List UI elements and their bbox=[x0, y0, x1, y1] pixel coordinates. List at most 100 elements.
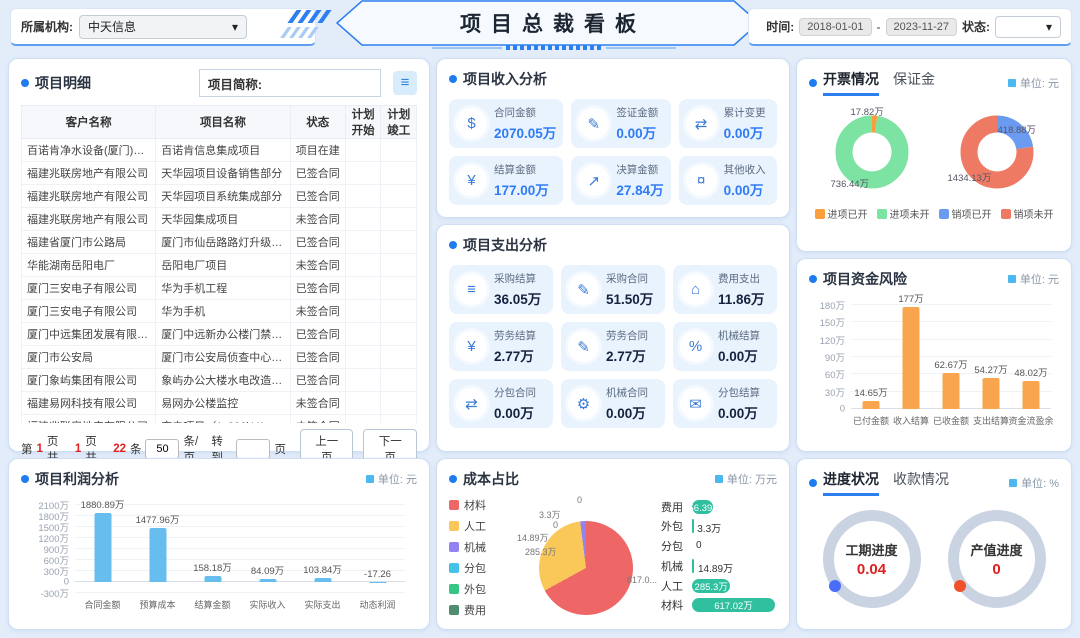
date-start-input[interactable]: 2018-01-01 bbox=[799, 18, 871, 36]
table-cell: 百诺肯净水设备(厦门)有限公司 bbox=[22, 139, 156, 162]
legend-label: 外包 bbox=[464, 581, 486, 597]
title-dot bbox=[21, 475, 29, 483]
y-tick-label: 60万 bbox=[825, 367, 845, 381]
gauge-marker-dot bbox=[829, 580, 841, 592]
table-cell bbox=[381, 300, 417, 323]
goto-page-input[interactable] bbox=[236, 439, 270, 459]
stat-value: 0.00万 bbox=[724, 179, 766, 199]
tab-invoice-status[interactable]: 开票情况 bbox=[823, 69, 879, 96]
legend-swatch bbox=[449, 521, 459, 531]
stat-label: 采购合同 bbox=[606, 271, 653, 286]
bar bbox=[259, 579, 276, 582]
invoice-panel: 开票情况 保证金 单位: 元 17.82万 736.44万 418.88万 14… bbox=[796, 58, 1072, 252]
tab-progress-status[interactable]: 进度状况 bbox=[823, 469, 879, 496]
date-end-input[interactable]: 2023-11-27 bbox=[886, 18, 957, 36]
purchase-settlement-icon: ≡ bbox=[456, 274, 487, 305]
stat-card: ⇄累计变更0.00万 bbox=[679, 99, 777, 148]
stat-card: ¥劳务结算2.77万 bbox=[449, 322, 553, 371]
bar-value: 14.65万 bbox=[854, 385, 887, 399]
stat-value: 177.00万 bbox=[494, 179, 549, 199]
table-cell: 未签合同 bbox=[290, 208, 345, 231]
expense-analysis-panel: 项目支出分析 ≡采购结算36.05万✎采购合同51.50万⌂费用支出11.86万… bbox=[436, 224, 790, 452]
table-cell bbox=[381, 323, 417, 346]
table-cell: 已签合同 bbox=[290, 162, 345, 185]
banner-line-left bbox=[432, 47, 502, 49]
table-row[interactable]: 厦门三安电子有限公司华为手机工程已签合同 bbox=[22, 277, 417, 300]
table-row[interactable]: 百诺肯净水设备(厦门)有限公司百诺肯信息集成项目项目在建 bbox=[22, 139, 417, 162]
bar-value: 103.84万 bbox=[303, 562, 342, 576]
unit-marker bbox=[1008, 275, 1016, 283]
org-select[interactable]: 中天信息 ▾ bbox=[79, 15, 247, 39]
table-row[interactable]: 厦门象屿集团有限公司象屿办公大楼水电改造项目已签合同 bbox=[22, 369, 417, 392]
legend-label: 分包 bbox=[464, 560, 486, 576]
column-header: 计划开始 bbox=[345, 106, 381, 139]
table-row[interactable]: 福建兆联房地产有限公司天华园项目系统集成部分已签合同 bbox=[22, 185, 417, 208]
table-cell bbox=[381, 162, 417, 185]
list-icon[interactable]: ≡ bbox=[393, 71, 417, 95]
x-axis-label: 预算成本 bbox=[139, 598, 175, 611]
legend-item: 进项已开 bbox=[815, 206, 868, 221]
table-cell: 福建兆联房地产有限公司 bbox=[22, 162, 156, 185]
cost-bar-label: 人工 bbox=[661, 578, 687, 594]
labor-settlement-icon: ¥ bbox=[456, 331, 487, 362]
bar-slot: 84.09万实际收入 bbox=[240, 505, 295, 593]
table-cell: 福建兆联房地产有限公司 bbox=[22, 415, 156, 424]
expense-cards: ≡采购结算36.05万✎采购合同51.50万⌂费用支出11.86万¥劳务结算2.… bbox=[449, 265, 777, 428]
table-row[interactable]: 厦门中远集团发展有限公司厦门中远新办公楼门禁系统已签合同 bbox=[22, 323, 417, 346]
bar bbox=[149, 528, 166, 582]
table-row[interactable]: 福建省厦门市公路局厦门市仙岳路路灯升级改造项目已签合同 bbox=[22, 231, 417, 254]
pie-callout-label: 0 bbox=[553, 520, 558, 530]
table-cell: 易网办公楼监控 bbox=[156, 392, 290, 415]
table-cell bbox=[345, 392, 381, 415]
table-cell bbox=[345, 254, 381, 277]
cost-bar-value: 14.89万 bbox=[698, 560, 733, 575]
profit-analysis-panel: 项目利润分析 单位: 元 -300万0300万600万900万1200万1500… bbox=[8, 458, 430, 630]
table-cell: 厦门市仙岳路路灯升级改造项目 bbox=[156, 231, 290, 254]
unit-marker bbox=[715, 475, 723, 483]
org-label: 所属机构: bbox=[21, 18, 73, 35]
table-cell bbox=[381, 346, 417, 369]
legend-item: 费用 bbox=[449, 602, 507, 618]
time-label: 时间: bbox=[766, 18, 794, 35]
unit-label: 单位: 万元 bbox=[727, 471, 777, 487]
title-dot bbox=[809, 479, 817, 487]
stat-label: 费用支出 bbox=[718, 271, 765, 286]
table-row[interactable]: 厦门市公安局厦门市公安局侦查中心办公设...已签合同 bbox=[22, 346, 417, 369]
table-row[interactable]: 福建兆联房地产有限公司天华园集成项目未签合同 bbox=[22, 208, 417, 231]
cost-bar-label: 材料 bbox=[661, 597, 687, 613]
table-cell: 未签合同 bbox=[290, 254, 345, 277]
legend-swatch bbox=[939, 209, 949, 219]
stat-value: 0.00万 bbox=[718, 345, 760, 365]
table-row[interactable]: 厦门三安电子有限公司华为手机未签合同 bbox=[22, 300, 417, 323]
table-row[interactable]: 福建兆联房地产有限公司天华园项目设备销售部分已签合同 bbox=[22, 162, 417, 185]
page-size-input[interactable] bbox=[145, 439, 179, 459]
stat-card: ↗决算金额27.84万 bbox=[571, 156, 670, 205]
panel-title: 项目支出分析 bbox=[463, 235, 547, 255]
cost-bar-value: 0 bbox=[696, 540, 702, 551]
stat-card: ⚙机械合同0.00万 bbox=[561, 379, 665, 428]
project-search-input[interactable] bbox=[270, 70, 380, 96]
table-cell: 未签合同 bbox=[290, 392, 345, 415]
pager-current-page: 1 bbox=[37, 443, 43, 455]
table-row[interactable]: 福建易网科技有限公司易网办公楼监控未签合同 bbox=[22, 392, 417, 415]
column-header: 状态 bbox=[290, 106, 345, 139]
table-cell: 厦门市公安局侦查中心办公设... bbox=[156, 346, 290, 369]
stat-card: ✎劳务合同2.77万 bbox=[561, 322, 665, 371]
tab-collection-status[interactable]: 收款情况 bbox=[893, 469, 949, 496]
bar-value: -17.26 bbox=[364, 569, 391, 580]
gauge-label: 产值进度 bbox=[970, 540, 1022, 559]
bar-slot: 14.65万已付金额 bbox=[851, 305, 891, 409]
stat-label: 决算金额 bbox=[616, 162, 663, 177]
legend-item: 外包 bbox=[449, 581, 507, 597]
stat-value: 0.00万 bbox=[718, 402, 760, 422]
table-row[interactable]: 华能湖南岳阳电厂岳阳电厂项目未签合同 bbox=[22, 254, 417, 277]
status-select[interactable]: ▾ bbox=[995, 16, 1061, 38]
tab-deposit[interactable]: 保证金 bbox=[893, 69, 935, 96]
chevron-down-icon: ▾ bbox=[1046, 20, 1052, 34]
banner-line-right bbox=[606, 47, 676, 49]
legend-swatch bbox=[1001, 209, 1011, 219]
table-row[interactable]: 福建兆联房地产有限公司变电项目（1x800kVA箱变柜）未签合同 bbox=[22, 415, 417, 424]
cost-bar-fill bbox=[692, 559, 694, 573]
stat-label: 劳务合同 bbox=[606, 328, 648, 343]
stat-card: $合同金额2070.05万 bbox=[449, 99, 563, 148]
